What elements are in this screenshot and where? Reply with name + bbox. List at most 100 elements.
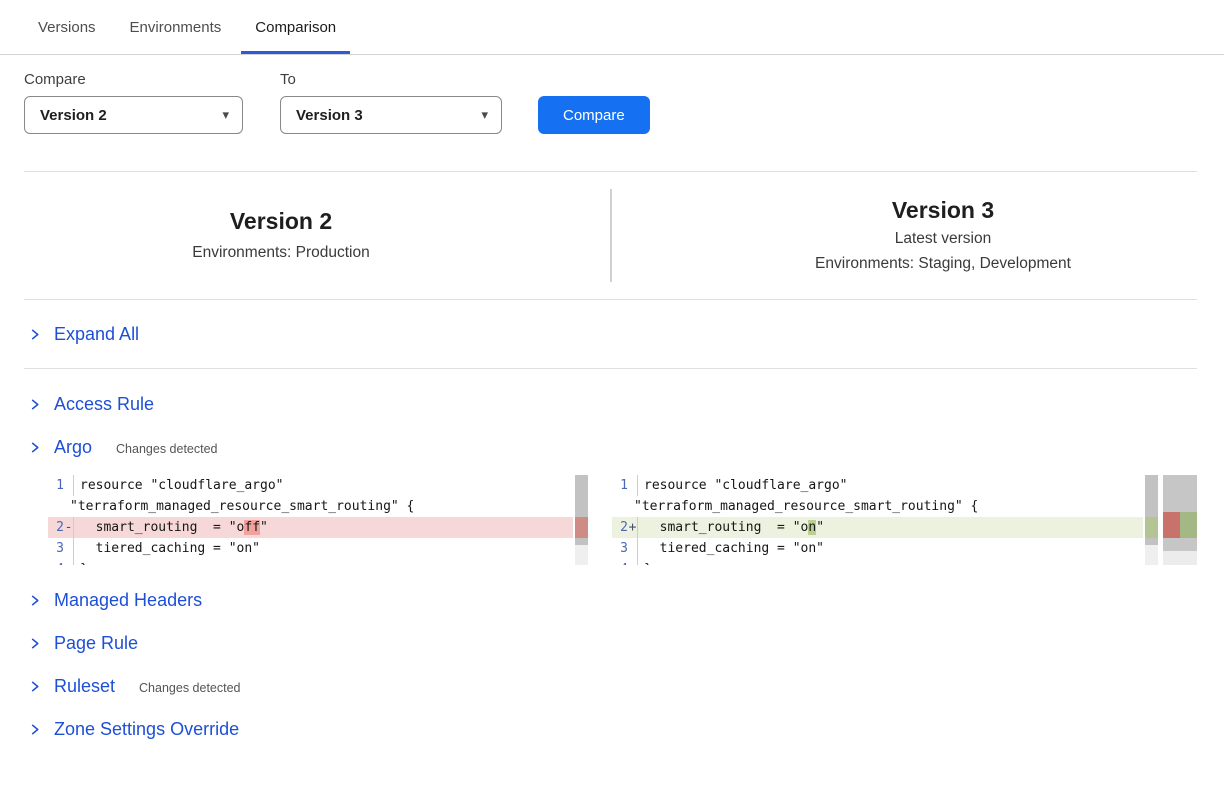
line-number xyxy=(612,496,628,517)
code-text: resource "cloudflare_argo" xyxy=(637,475,1143,496)
to-label: To xyxy=(280,71,502,88)
version-right-title: Version 3 xyxy=(662,196,1224,225)
compare-to-select[interactable]: Version 3 ▾ xyxy=(280,96,502,134)
changes-detected-badge: Changes detected xyxy=(139,678,240,695)
chevron-right-icon xyxy=(28,594,41,607)
section-label: Page Rule xyxy=(54,633,138,654)
diff-line-added: 2+ smart_routing = "on" xyxy=(612,517,1143,538)
compare-label: Compare xyxy=(24,71,243,88)
section-label: Access Rule xyxy=(54,394,154,415)
chevron-right-icon xyxy=(28,441,41,454)
expand-all-label: Expand All xyxy=(54,324,139,345)
code-segment: smart_routing = "o xyxy=(80,520,244,535)
diff-line: 1resource "cloudflare_argo" xyxy=(612,475,1143,496)
diff-line-wrap: "terraform_managed_resource_smart_routin… xyxy=(48,496,573,517)
changed-word: ff xyxy=(244,520,260,535)
version-right-subtitle: Latest version xyxy=(662,228,1224,250)
section-page-rule[interactable]: Page Rule xyxy=(0,622,1224,665)
minimap-added-mark xyxy=(1180,512,1197,538)
section-managed-headers[interactable]: Managed Headers xyxy=(0,579,1224,622)
chevron-right-icon xyxy=(28,328,41,341)
diff-panel-left: 1 resource "cloudflare_argo" "terraform_m… xyxy=(48,475,588,565)
code-text: "terraform_managed_resource_smart_routin… xyxy=(627,496,1133,517)
section-zone-settings-override[interactable]: Zone Settings Override xyxy=(0,708,1224,751)
code-segment: " xyxy=(816,520,824,535)
tab-comparison-label: Comparison xyxy=(255,19,336,36)
tab-bar: Versions Environments Comparison xyxy=(0,0,1224,55)
diff-sign xyxy=(628,475,637,496)
vertical-divider xyxy=(610,189,612,282)
tab-environments[interactable]: Environments xyxy=(116,0,236,54)
minimap-removed-mark xyxy=(1163,512,1180,538)
version-header-right: Version 3 Latest version Environments: S… xyxy=(617,196,1224,276)
section-ruleset[interactable]: Ruleset Changes detected xyxy=(0,665,1224,708)
comparison-page: Versions Environments Comparison Compare… xyxy=(0,0,1224,788)
line-number: 4 xyxy=(48,559,64,565)
code-text: tiered_caching = "on" xyxy=(637,538,1143,559)
version-header-left: Version 2 Environments: Production xyxy=(0,207,617,264)
line-number: 3 xyxy=(48,538,64,559)
section-label: Managed Headers xyxy=(54,590,202,611)
diff-line: 4} xyxy=(612,559,1143,565)
diff-minimap[interactable] xyxy=(1163,475,1197,565)
code-text: } xyxy=(637,559,1143,565)
diff-sign xyxy=(64,559,73,565)
code-text: smart_routing = "off" xyxy=(73,517,573,538)
diff-line-wrap: "terraform_managed_resource_smart_routin… xyxy=(612,496,1143,517)
resource-sections: Access Rule Argo Changes detected 1 resou… xyxy=(0,369,1224,751)
section-label: Argo xyxy=(54,437,92,458)
chevron-right-icon xyxy=(28,723,41,736)
line-number: 2 xyxy=(48,517,64,538)
tab-environments-label: Environments xyxy=(130,19,222,36)
chevron-down-icon: ▾ xyxy=(222,107,229,123)
tab-comparison[interactable]: Comparison xyxy=(241,0,350,54)
chevron-right-icon xyxy=(28,398,41,411)
diff-line: 4} xyxy=(48,559,573,565)
version-left-title: Version 2 xyxy=(0,207,562,236)
diff-line: 1 resource "cloudflare_argo" xyxy=(48,475,573,496)
section-label: Zone Settings Override xyxy=(54,719,239,740)
diff-line: 3 tiered_caching = "on" xyxy=(48,538,573,559)
tab-versions[interactable]: Versions xyxy=(24,0,110,54)
chevron-right-icon xyxy=(28,680,41,693)
compare-to-value: Version 3 xyxy=(296,107,363,124)
section-access-rule[interactable]: Access Rule xyxy=(0,383,1224,426)
compare-from-select[interactable]: Version 2 ▾ xyxy=(24,96,243,134)
diff-sign xyxy=(628,538,637,559)
compare-from-group: Compare Version 2 ▾ xyxy=(24,71,243,134)
chevron-down-icon: ▾ xyxy=(481,107,488,123)
section-argo[interactable]: Argo Changes detected xyxy=(0,426,1224,469)
compare-to-group: To Version 3 ▾ xyxy=(243,71,502,134)
line-number: 4 xyxy=(612,559,628,565)
code-segment: " xyxy=(260,520,268,535)
code-segment: smart_routing = "o xyxy=(644,520,808,535)
compare-button[interactable]: Compare xyxy=(538,96,650,134)
diff-sign xyxy=(628,559,637,565)
argo-diff-view: 1 resource "cloudflare_argo" "terraform_m… xyxy=(48,475,1224,565)
compare-from-value: Version 2 xyxy=(40,107,107,124)
version-right-environments: Environments: Staging, Development xyxy=(662,253,1224,275)
diff-sign: + xyxy=(628,517,637,538)
section-label: Ruleset xyxy=(54,676,115,697)
line-number: 1 xyxy=(48,475,64,496)
diff-sign xyxy=(64,475,73,496)
added-mark xyxy=(1145,517,1158,538)
compare-form: Compare Version 2 ▾ To Version 3 ▾ Compa… xyxy=(0,55,1224,134)
version-left-environments: Environments: Production xyxy=(0,242,562,264)
code-text: resource "cloudflare_argo" xyxy=(73,475,573,496)
tab-versions-label: Versions xyxy=(38,19,96,36)
diff-code-left: 1 resource "cloudflare_argo" "terraform_m… xyxy=(48,475,573,565)
changes-detected-badge: Changes detected xyxy=(116,439,217,456)
diff-code-right: 1resource "cloudflare_argo" "terraform_m… xyxy=(612,475,1143,565)
diff-left-scrollbar[interactable] xyxy=(575,475,588,565)
line-number: 3 xyxy=(612,538,628,559)
diff-line-removed: 2- smart_routing = "off" xyxy=(48,517,573,538)
diff-right-scrollbar[interactable] xyxy=(1145,475,1158,565)
version-headers: Version 2 Environments: Production Versi… xyxy=(0,172,1224,299)
code-text: tiered_caching = "on" xyxy=(73,538,573,559)
diff-panel-right: 1resource "cloudflare_argo" "terraform_m… xyxy=(612,475,1197,565)
code-text: "terraform_managed_resource_smart_routin… xyxy=(63,496,563,517)
expand-all-button[interactable]: Expand All xyxy=(0,300,1224,368)
diff-sign xyxy=(64,538,73,559)
line-number xyxy=(48,496,64,517)
